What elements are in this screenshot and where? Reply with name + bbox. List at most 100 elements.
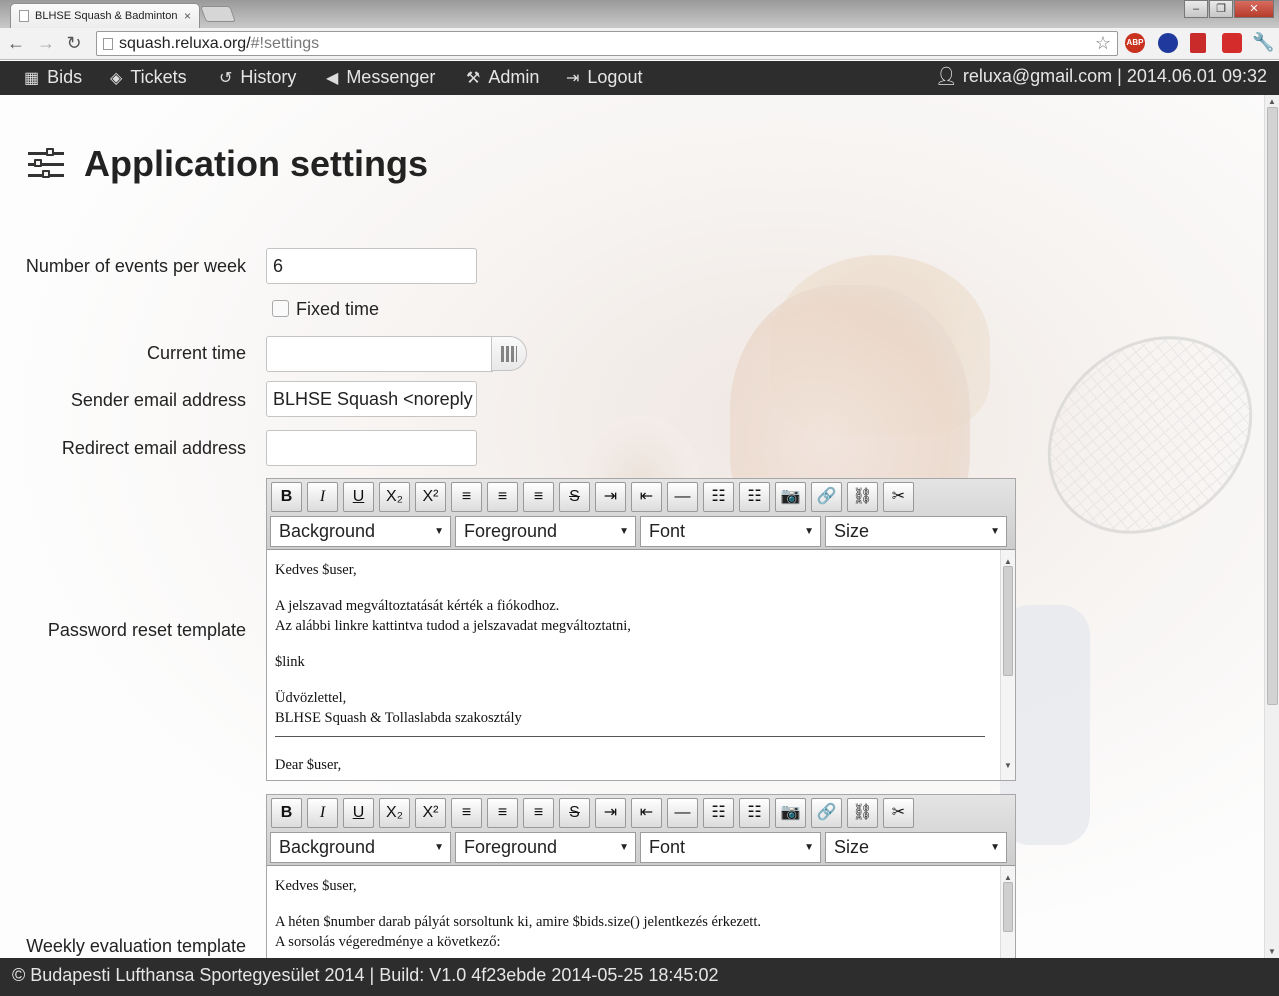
size-select[interactable]: Size ▼ [825,832,1007,863]
nav-bids[interactable]: ▦ Bids [24,61,82,95]
template-line: $link [275,654,305,670]
strikethrough-button[interactable]: S [559,482,590,512]
events-label: Number of events per week [25,256,246,276]
extension-puzzle-icon[interactable] [1222,33,1242,53]
editor-toolbar: B I U X₂ X² ≡ ≡ ≡ S ⇥ ⇤ — ☷ ☷ 📷 🔗 ⛓ ✂ Ba… [267,479,1015,550]
maximize-button[interactable]: ❐ [1209,0,1233,18]
back-arrow-icon[interactable]: ← [4,32,28,56]
fixed-time-checkbox[interactable] [272,300,289,317]
subscript-button[interactable]: X₂ [379,482,410,512]
footer: © Budapesti Lufthansa Sportegyesület 201… [0,958,1279,996]
unlink-icon[interactable]: ⛓ [847,482,878,512]
remove-format-icon[interactable]: ✂ [883,482,914,512]
bookmark-star-icon[interactable]: ☆ [1095,32,1111,55]
horizontal-rule-icon[interactable]: — [667,482,698,512]
link-icon[interactable]: 🔗 [811,798,842,828]
nav-history[interactable]: ↺ History [219,61,296,95]
minimize-button[interactable]: – [1184,0,1208,18]
scroll-thumb[interactable] [1003,566,1013,676]
ordered-list-icon[interactable]: ☷ [703,798,734,828]
nav-admin-label: Admin [488,67,540,87]
scroll-down-icon[interactable]: ▼ [1004,756,1012,776]
page-title: Application settings [28,143,428,185]
reload-icon[interactable]: ↻ [62,32,86,56]
italic-button[interactable]: I [307,482,338,512]
weekly-template-body[interactable]: Kedves $user, A héten $number darab pály… [267,866,1015,958]
editor-scrollbar[interactable]: ▲ ▼ [1000,550,1015,780]
extension-globe-icon[interactable] [1158,33,1178,53]
size-select[interactable]: Size ▼ [825,516,1007,547]
chevron-down-icon: ▼ [990,842,1000,853]
remove-format-icon[interactable]: ✂ [883,798,914,828]
outdent-icon[interactable]: ⇤ [631,798,662,828]
wrench-icon: ⚒ [466,70,481,87]
camera-icon[interactable]: 📷 [775,798,806,828]
font-select[interactable]: Font ▼ [640,516,821,547]
underline-button[interactable]: U [343,482,374,512]
nav-admin[interactable]: ⚒ Admin [466,61,539,95]
indent-icon[interactable]: ⇥ [595,482,626,512]
background-select[interactable]: Background ▼ [270,516,451,547]
settings-wrench-icon[interactable]: 🔧 [1252,32,1274,53]
foreground-select[interactable]: Foreground ▼ [455,832,636,863]
outdent-icon[interactable]: ⇤ [631,482,662,512]
template-line: Dear $user, [275,757,342,773]
password-template-body[interactable]: Kedves $user, A jelszavad megváltoztatás… [267,550,1015,780]
scroll-up-icon[interactable]: ▲ [1268,97,1276,106]
adblock-icon[interactable]: ABP [1125,33,1145,53]
nav-tickets-label: Tickets [130,67,187,87]
tab-close-icon[interactable]: × [184,9,191,23]
template-line: Kedves $user, [275,562,357,578]
template-line: A héten $number darab pályát sorsoltunk … [275,914,761,930]
scroll-down-icon[interactable]: ▼ [1268,947,1276,956]
nav-tickets[interactable]: ◈ Tickets [110,61,187,95]
editor-scrollbar[interactable]: ▲ [1000,866,1015,958]
horizontal-rule-icon[interactable]: — [667,798,698,828]
indent-icon[interactable]: ⇥ [595,798,626,828]
nav-bids-label: Bids [47,67,83,87]
calendar-grid-icon [501,346,517,362]
new-tab-button[interactable] [200,6,236,22]
superscript-button[interactable]: X² [415,798,446,828]
background-select[interactable]: Background ▼ [270,832,451,863]
forward-arrow-icon[interactable]: → [34,32,58,56]
nav-logout[interactable]: ⇥ Logout [566,61,642,95]
page-scrollbar[interactable]: ▲ ▼ [1264,95,1279,958]
unordered-list-icon[interactable]: ☷ [739,482,770,512]
font-select-label: Font [649,521,686,541]
events-per-week-input[interactable]: 6 [266,248,477,284]
bold-button[interactable]: B [271,798,302,828]
underline-button[interactable]: U [343,798,374,828]
page-scroll-thumb[interactable] [1267,107,1278,705]
ordered-list-icon[interactable]: ☷ [703,482,734,512]
subscript-button[interactable]: X₂ [379,798,410,828]
unordered-list-icon[interactable]: ☷ [739,798,770,828]
align-right-icon[interactable]: ≡ [523,798,554,828]
superscript-button[interactable]: X² [415,482,446,512]
bold-button[interactable]: B [271,482,302,512]
align-left-icon[interactable]: ≡ [451,482,482,512]
foreground-select[interactable]: Foreground ▼ [455,516,636,547]
calendar-picker-button[interactable] [491,336,527,371]
unlink-icon[interactable]: ⛓ [847,798,878,828]
link-icon[interactable]: 🔗 [811,482,842,512]
extension-bookmark-icon[interactable] [1190,33,1206,53]
align-left-icon[interactable]: ≡ [451,798,482,828]
align-right-icon[interactable]: ≡ [523,482,554,512]
template-line: Kedves $user, [275,878,357,894]
camera-icon[interactable]: 📷 [775,482,806,512]
url-path: #!settings [250,35,320,52]
align-center-icon[interactable]: ≡ [487,482,518,512]
current-time-input[interactable] [266,336,493,372]
nav-messenger[interactable]: ◀ Messenger [326,61,435,95]
redirect-email-input[interactable] [266,430,477,466]
font-select[interactable]: Font ▼ [640,832,821,863]
sender-email-input[interactable]: BLHSE Squash <noreply [266,381,477,417]
window-close-button[interactable]: ✕ [1234,0,1274,18]
scroll-thumb[interactable] [1003,882,1013,932]
address-bar[interactable]: squash.reluxa.org/#!settings ☆ [96,31,1118,56]
strikethrough-button[interactable]: S [559,798,590,828]
browser-tab[interactable]: BLHSE Squash & Badminton × [10,3,200,28]
align-center-icon[interactable]: ≡ [487,798,518,828]
italic-button[interactable]: I [307,798,338,828]
